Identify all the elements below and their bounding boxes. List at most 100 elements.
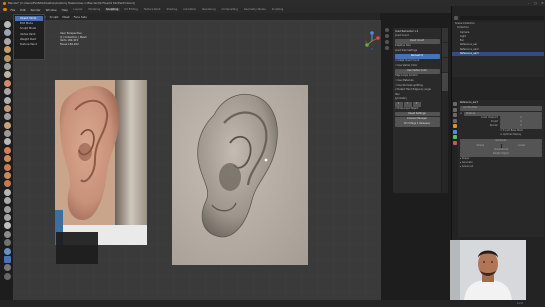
menu-window[interactable]: Window <box>45 8 58 12</box>
draw-brush-icon[interactable] <box>3 21 11 28</box>
detect-hard-edges-label: Detect Hard Edges by angle <box>397 88 431 92</box>
tab-scripting[interactable]: Scripting <box>270 8 285 11</box>
face-sets-menu[interactable]: Face Sets <box>73 15 88 19</box>
box-mask-icon[interactable] <box>3 255 11 263</box>
outliner-search-field[interactable] <box>460 15 544 20</box>
annotate-icon[interactable] <box>3 264 11 272</box>
zoom-icon[interactable] <box>385 28 389 32</box>
nudge-brush-icon[interactable] <box>3 188 11 196</box>
clay-strips-brush-icon[interactable] <box>3 46 11 54</box>
doc-button[interactable]: Print Page 1 Releases <box>394 122 440 127</box>
render-props-icon[interactable] <box>453 107 457 112</box>
simplify-brush-icon[interactable] <box>3 230 11 238</box>
optimal-display-checkbox[interactable]: ☑ Optimal Display <box>460 133 542 137</box>
hide-input-label: Hide Input Object <box>397 106 419 110</box>
tool-props-icon[interactable] <box>453 102 457 106</box>
generate-label: Generate <box>461 160 473 164</box>
window-title: Blender* [C:\Users\EVANS2\Desktop\Anatom… <box>8 1 135 5</box>
license-manager-button[interactable]: License Manager <box>394 116 440 122</box>
vertex-color-field[interactable]: Use Vertex Color <box>394 69 440 74</box>
inflate-brush-icon[interactable] <box>3 71 11 79</box>
use-vertex-color-checkbox[interactable]: ☐ Use Vertex Color <box>395 64 440 69</box>
cloth-brush-icon[interactable] <box>3 222 11 230</box>
material-props-icon[interactable] <box>453 140 457 145</box>
advanced-section[interactable]: ▸ Advanced <box>460 165 542 169</box>
menu-file[interactable]: File <box>10 8 17 12</box>
sculpt-mesh[interactable] <box>172 85 308 265</box>
modifier-props-icon[interactable] <box>453 129 457 134</box>
maximize-button[interactable]: ▢ <box>533 1 538 5</box>
output-props-icon[interactable] <box>453 113 457 117</box>
clay-brush-icon[interactable] <box>3 37 11 45</box>
hide-input-checkbox[interactable]: ☑ Hide Input Object <box>395 107 440 112</box>
data-props-icon[interactable] <box>453 135 457 139</box>
optimal-display-label: Optimal Display <box>502 133 522 137</box>
grab-brush-icon[interactable] <box>3 146 11 154</box>
tab-modeling[interactable]: Modeling <box>87 8 102 11</box>
minimize-button[interactable]: – <box>526 1 531 5</box>
rotate-brush-icon[interactable] <box>3 197 11 205</box>
npanel-tab-item[interactable] <box>442 28 448 42</box>
reference-image[interactable] <box>55 80 147 245</box>
crease-brush-icon[interactable] <box>3 88 11 96</box>
remesh-it-button[interactable]: Remesh It <box>394 54 440 59</box>
ortho-toggle-icon[interactable] <box>385 46 389 50</box>
menu-help[interactable]: Help <box>61 8 69 12</box>
scene-props-icon[interactable] <box>453 118 457 123</box>
menu-edit[interactable]: Edit <box>19 8 26 12</box>
menu-render[interactable]: Render <box>30 8 42 12</box>
flatten-brush-icon[interactable] <box>3 104 11 112</box>
outliner-reference-ear3[interactable]: Reference_ear3 <box>452 52 544 57</box>
pinch-brush-icon[interactable] <box>3 138 11 146</box>
blender-logo-icon <box>3 1 6 5</box>
add-modifier-button[interactable]: Add Modifier <box>460 106 542 111</box>
pan-icon[interactable] <box>385 34 389 38</box>
status-bar: 3.2.0 <box>0 300 545 307</box>
reset-settings-button[interactable]: Reset Settings <box>394 111 440 117</box>
viewport-faces: Faces 182,912 <box>60 42 79 46</box>
transform-icon[interactable] <box>3 272 11 280</box>
draw-face-sets-icon[interactable] <box>3 247 11 255</box>
tab-uv-editing[interactable]: UV Editing <box>123 8 140 11</box>
adapt-quad-count-label: Adapt Quad Count <box>397 59 420 63</box>
boundary-brush-icon[interactable] <box>3 213 11 221</box>
npanel-tab-view[interactable] <box>442 58 448 72</box>
tab-compositing[interactable]: Compositing <box>220 8 239 11</box>
tab-animation[interactable]: Animation <box>182 8 198 11</box>
fill-brush-icon[interactable] <box>3 113 11 121</box>
close-button[interactable]: ✕ <box>540 1 545 5</box>
pose-brush-icon[interactable] <box>3 180 11 188</box>
mode-texture-paint[interactable]: Texture Paint <box>15 42 43 47</box>
tab-sculpting[interactable]: Sculpting <box>104 8 120 11</box>
outliner-filter-icon[interactable] <box>454 15 458 20</box>
draw-sharp-brush-icon[interactable] <box>3 29 11 37</box>
blender-menu-icon[interactable] <box>3 7 7 12</box>
quad-count-field[interactable]: Quad Count <box>394 39 440 44</box>
clay-thumb-brush-icon[interactable] <box>3 54 11 62</box>
elastic-deform-icon[interactable] <box>3 155 11 163</box>
use-materials-label: Use Materials <box>397 79 414 82</box>
npanel-tab-tool[interactable] <box>442 43 448 57</box>
slide-relax-icon[interactable] <box>3 205 11 213</box>
mask-brush-icon[interactable] <box>3 239 11 247</box>
sculpt-menu[interactable]: Sculpt <box>49 15 60 19</box>
navigation-gizmo[interactable] <box>362 30 382 52</box>
object-props-icon[interactable] <box>453 124 457 128</box>
smooth-brush-icon[interactable] <box>3 96 11 104</box>
layer-brush-icon[interactable] <box>3 62 11 70</box>
tab-rendering[interactable]: Rendering <box>201 8 217 11</box>
snake-hook-icon[interactable] <box>3 163 11 171</box>
tab-texture-paint[interactable]: Texture Paint <box>142 8 162 11</box>
tab-shading[interactable]: Shading <box>165 8 179 11</box>
tab-layout[interactable]: Layout <box>72 8 84 11</box>
thumb-brush-icon[interactable] <box>3 172 11 180</box>
presenter-video <box>450 240 526 300</box>
camera-view-icon[interactable] <box>385 40 389 44</box>
scrape-brush-icon[interactable] <box>3 121 11 129</box>
blob-brush-icon[interactable] <box>3 79 11 87</box>
mask-menu[interactable]: Mask <box>61 15 70 19</box>
tab-geometry-nodes[interactable]: Geometry Nodes <box>242 8 267 11</box>
multiplane-scrape-icon[interactable] <box>3 130 11 138</box>
npanel-tab-quad-remesher[interactable] <box>442 73 448 91</box>
properties-editor: Reference_ear3 Add Modifier ⚙ Multires L… <box>452 100 544 237</box>
